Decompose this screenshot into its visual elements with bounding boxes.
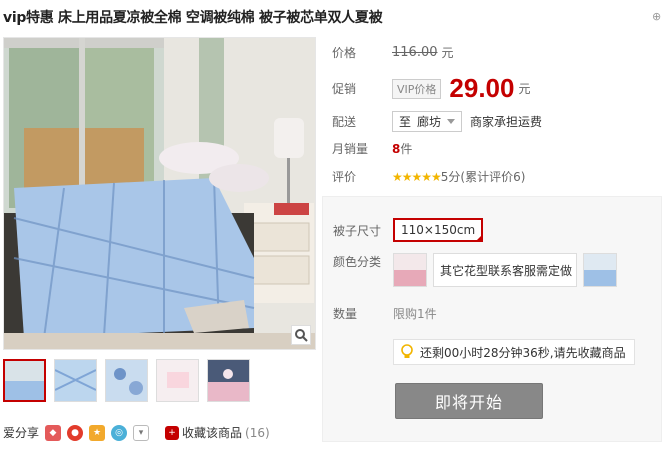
thumbnail-2[interactable] — [54, 359, 97, 402]
thumbnail-3[interactable] — [105, 359, 148, 402]
rating-stars-icon: ★★★★★ — [392, 169, 442, 184]
color-option-2[interactable] — [583, 253, 617, 287]
size-option-label: 110×150cm — [401, 223, 476, 237]
sales-unit: 件 — [400, 142, 413, 156]
chevron-down-icon — [447, 119, 456, 124]
selected-check-icon — [475, 234, 484, 242]
quantity-limit: 限购1件 — [393, 307, 437, 321]
buy-button[interactable]: 即将开始 — [395, 383, 543, 419]
quantity-row: 数量 限购1件 — [333, 305, 437, 322]
original-price-unit: 元 — [441, 46, 454, 60]
main-product-image[interactable] — [3, 37, 316, 350]
location-to: 至 — [399, 115, 412, 129]
promo-price: 29.00 — [449, 73, 515, 103]
color-label: 颜色分类 — [333, 255, 382, 269]
size-row: 被子尺寸 110×150cm — [333, 218, 484, 242]
thumbnail-5[interactable] — [207, 359, 250, 402]
star-share-icon[interactable]: ★ — [89, 424, 106, 441]
countdown-text: 还剩00小时28分钟36秒,请先收藏商品 — [420, 345, 626, 360]
thumbnail-strip — [3, 359, 250, 402]
rating-row: 评价 ★★★★★ 5分(累计评价6) — [332, 168, 525, 185]
shipping-row: 配送 至廊坊 商家承担运费 — [332, 111, 542, 132]
product-title: vip特惠 床上用品夏凉被全棉 空调被纯棉 被子被芯单双人夏被 — [3, 10, 383, 26]
qzone-share-icon[interactable]: ◆ — [45, 424, 62, 441]
sales-row: 月销量 8 件 — [332, 140, 412, 157]
quantity-label: 数量 — [333, 307, 358, 321]
zoom-icon[interactable] — [291, 325, 311, 345]
collect-icon: + — [165, 425, 180, 440]
color-option-1[interactable] — [393, 253, 427, 287]
qq-share-icon[interactable]: ◎ — [111, 424, 128, 441]
color-option-text[interactable]: 其它花型联系客服需定做 — [433, 253, 577, 287]
size-label: 被子尺寸 — [333, 223, 382, 238]
rating-label: 评价 — [332, 170, 357, 184]
promo-row: 促销 VIP价格 29.00 元 — [332, 73, 531, 104]
bedroom-photo — [4, 38, 315, 349]
share-bar: 爱分享 ◆ ● ★ ◎ ▾ + 收藏该商品 (16) — [3, 424, 270, 441]
collect-count: (16) — [245, 425, 270, 440]
shipping-label: 配送 — [332, 115, 357, 129]
location-select[interactable]: 至廊坊 — [392, 111, 463, 132]
color-row: 颜色分类 其它花型联系客服需定做 — [333, 253, 617, 287]
lightbulb-icon — [401, 344, 413, 358]
more-share-chevron-icon[interactable]: ▾ — [133, 424, 150, 441]
promo-label: 促销 — [332, 82, 357, 96]
price-row: 价格 116.00 元 — [332, 44, 454, 61]
countdown-tip: 还剩00小时28分钟36秒,请先收藏商品 — [393, 339, 635, 365]
shipping-note: 商家承担运费 — [470, 115, 543, 129]
vip-badge: VIP价格 — [392, 78, 442, 99]
rating-score[interactable]: 5分(累计评价6) — [441, 168, 526, 185]
thumbnail-4[interactable] — [156, 359, 199, 402]
original-price: 116.00 — [392, 45, 438, 60]
collect-label: 收藏该商品 — [182, 426, 243, 440]
price-label: 价格 — [332, 46, 357, 60]
weibo-share-icon[interactable]: ● — [67, 424, 84, 441]
promo-price-unit: 元 — [518, 82, 531, 96]
sales-count: 8 — [392, 141, 401, 156]
size-option[interactable]: 110×150cm — [393, 218, 484, 242]
collect-button[interactable]: + 收藏该商品 (16) — [165, 424, 270, 441]
thumbnail-1[interactable] — [3, 359, 46, 402]
share-label: 爱分享 — [3, 426, 40, 440]
sku-panel: 被子尺寸 110×150cm 颜色分类 其它花型联系客服需定做 数量 限购1件 … — [322, 196, 662, 442]
share-icon[interactable]: ⊕ — [652, 10, 662, 24]
location-value: 廊坊 — [417, 115, 442, 129]
sales-label: 月销量 — [332, 142, 369, 156]
